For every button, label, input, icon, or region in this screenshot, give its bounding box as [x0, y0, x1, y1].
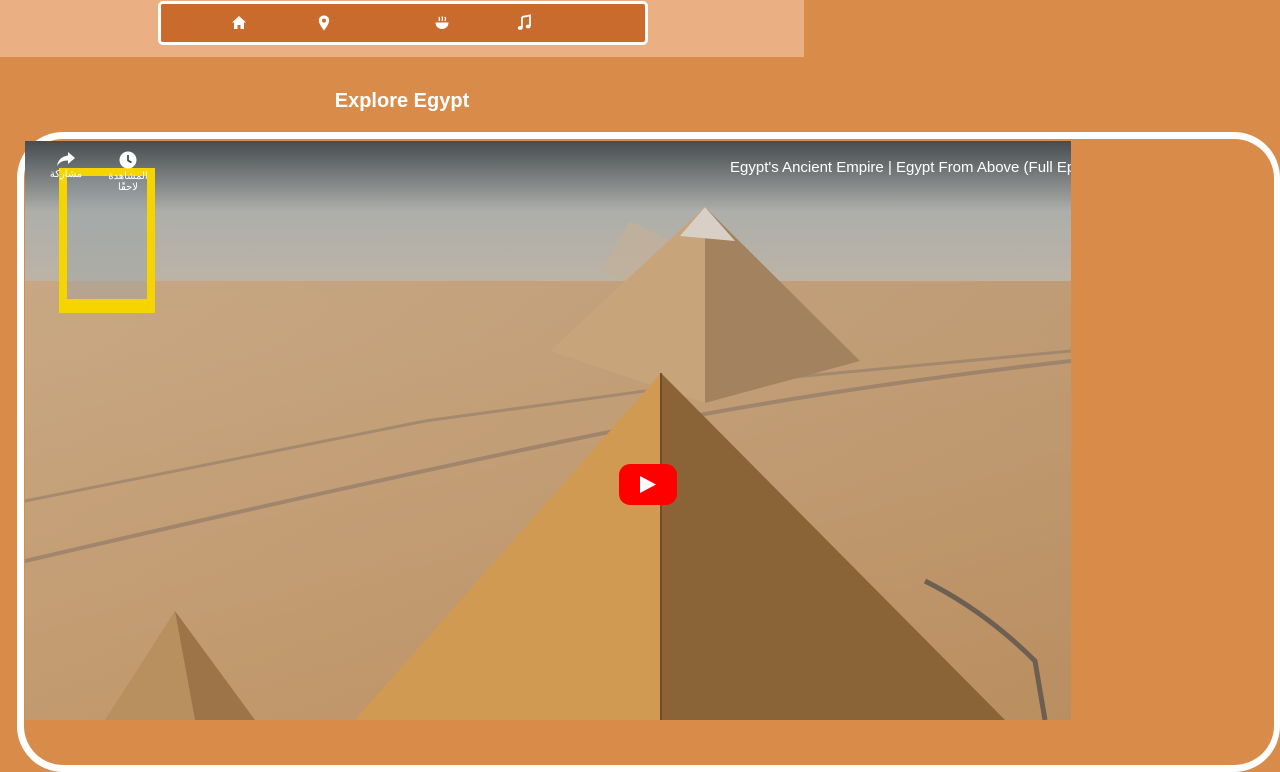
map-pin-icon [318, 15, 330, 31]
pyramids-video-thumbnail [25, 141, 1071, 720]
share-label: مشاركة [49, 169, 83, 180]
youtube-play-icon [640, 476, 656, 493]
watch-later-label: المشاهدة لاحقًا [108, 171, 148, 193]
nav-bar [158, 1, 648, 45]
video-player[interactable]: مشاركة المشاهدة لاحقًا Egypt's Ancient E… [25, 141, 1071, 720]
video-title[interactable]: Egypt's Ancient Empire | Egypt From Abov… [730, 159, 1071, 176]
nav-food[interactable] [433, 14, 451, 32]
play-button[interactable] [619, 464, 677, 505]
clock-icon [119, 151, 137, 169]
video-top-gradient [25, 141, 1071, 211]
watch-later-button[interactable]: المشاهدة لاحقًا [97, 151, 159, 193]
nav-location[interactable] [315, 14, 333, 32]
header-band [0, 0, 804, 57]
nav-music[interactable] [515, 14, 533, 32]
nav-home[interactable] [230, 14, 248, 32]
music-note-icon [517, 14, 531, 30]
share-arrow-icon [57, 152, 75, 166]
share-button[interactable]: مشاركة [47, 151, 85, 180]
food-bowl-icon [435, 16, 449, 29]
page-title: Explore Egypt [334, 90, 470, 112]
home-icon [232, 16, 246, 29]
